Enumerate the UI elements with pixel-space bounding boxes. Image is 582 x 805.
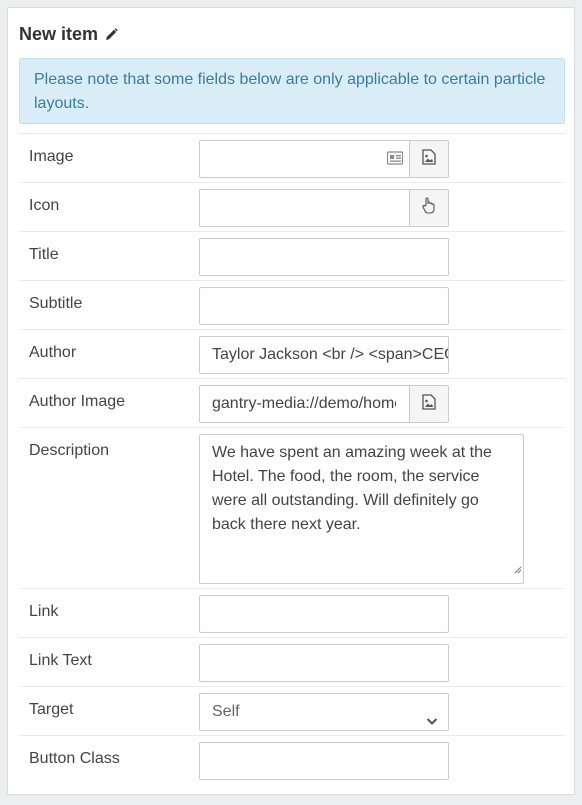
field-row-link-text: Link Text xyxy=(19,637,565,686)
field-row-icon: Icon xyxy=(19,182,565,231)
image-input[interactable] xyxy=(199,140,409,178)
icon-input[interactable] xyxy=(199,189,409,227)
field-label: Description xyxy=(29,442,110,459)
field-row-target: Target Self xyxy=(19,686,565,735)
author-image-input[interactable]: gantry-media://demo/home/testimonials/im… xyxy=(199,385,409,423)
field-row-link: Link xyxy=(19,588,565,637)
field-label: Image xyxy=(29,148,74,165)
field-label: Button Class xyxy=(29,750,120,767)
field-label: Target xyxy=(29,701,74,718)
field-row-image: Image xyxy=(19,133,565,182)
field-row-subtitle: Subtitle xyxy=(19,280,565,329)
panel-header: New item xyxy=(19,22,118,46)
field-row-button-class: Button Class xyxy=(19,735,565,790)
field-row-author: Author Taylor Jackson <br /> <span>CEO</… xyxy=(19,329,565,378)
icon-picker-button[interactable] xyxy=(409,189,449,227)
field-label: Subtitle xyxy=(29,295,83,312)
author-image-value: gantry-media://demo/home/testimonials/im… xyxy=(212,395,396,412)
target-selected-value: Self xyxy=(212,703,240,720)
image-icon xyxy=(422,393,436,415)
field-label: Link xyxy=(29,603,59,620)
field-label: Author Image xyxy=(29,393,126,410)
button-class-input[interactable] xyxy=(199,742,449,780)
field-row-author-image: Author Image gantry-media://demo/home/te… xyxy=(19,378,565,427)
field-row-title: Title xyxy=(19,231,565,280)
author-image-picker-button[interactable] xyxy=(409,385,449,423)
author-input[interactable]: Taylor Jackson <br /> <span>CEO</span> xyxy=(199,336,449,374)
field-label: Link Text xyxy=(29,652,92,669)
hand-pointer-icon xyxy=(422,197,436,219)
pencil-icon[interactable] xyxy=(105,27,118,41)
link-input[interactable] xyxy=(199,595,449,633)
field-label: Author xyxy=(29,344,77,361)
description-textarea[interactable]: We have spent an amazing week at the Hot… xyxy=(199,434,524,584)
link-text-input[interactable] xyxy=(199,644,449,682)
info-notice: Please note that some fields below are o… xyxy=(19,58,565,124)
subtitle-input[interactable] xyxy=(199,287,449,325)
title-input[interactable] xyxy=(199,238,449,276)
id-card-icon xyxy=(386,151,404,170)
target-select[interactable]: Self xyxy=(199,693,449,731)
page-title: New item xyxy=(19,23,99,44)
item-editor-panel: New item Please note that some fields be… xyxy=(7,7,575,795)
resize-grip-icon[interactable] xyxy=(514,558,522,582)
description-value: We have spent an amazing week at the Hot… xyxy=(212,444,492,533)
image-icon xyxy=(422,148,436,170)
image-picker-button[interactable] xyxy=(409,140,449,178)
field-row-description: Description We have spent an amazing wee… xyxy=(19,427,565,588)
field-label: Title xyxy=(29,246,59,263)
field-label: Icon xyxy=(29,197,60,214)
